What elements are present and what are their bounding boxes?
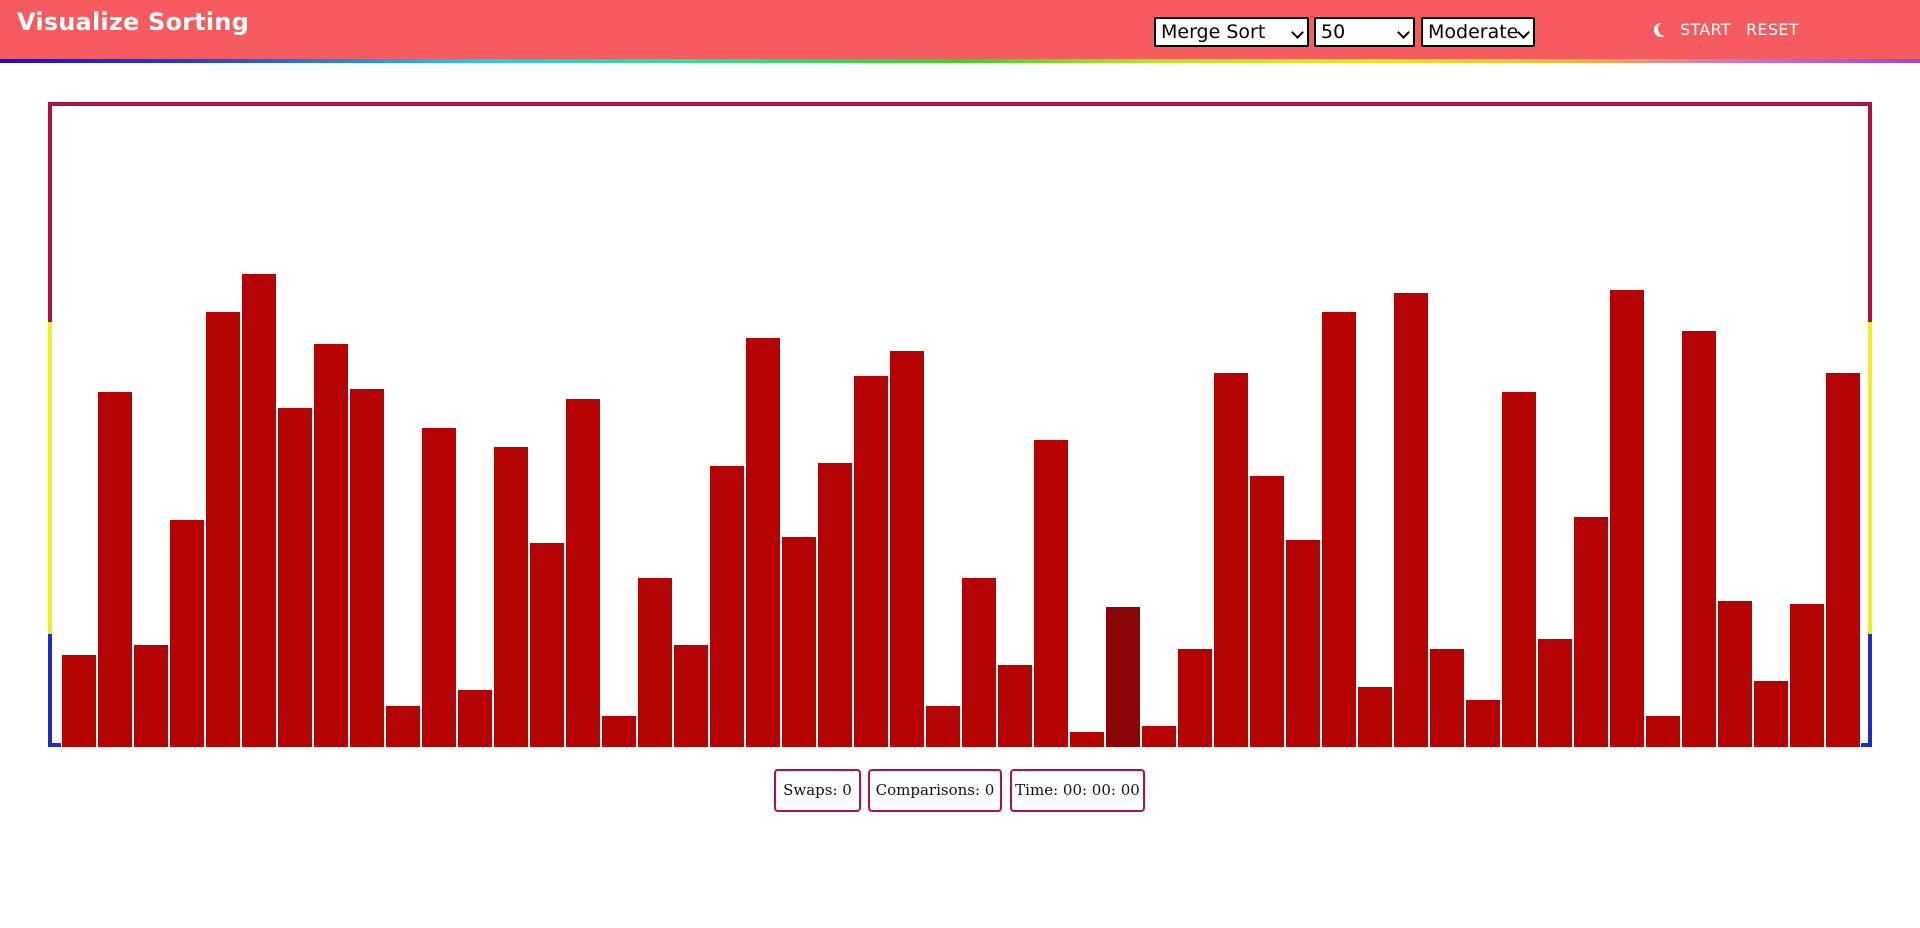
- frame-border-right-middle: [1868, 322, 1872, 634]
- array-bar: [853, 375, 889, 747]
- array-bar: [889, 349, 925, 747]
- algorithm-select-value: Merge Sort: [1161, 21, 1266, 43]
- array-bar: [205, 311, 241, 747]
- array-bar: [817, 461, 853, 747]
- array-bar: [1789, 602, 1825, 747]
- array-bar: [97, 391, 133, 747]
- frame-border-left-middle: [48, 322, 52, 634]
- array-bar: [745, 336, 781, 747]
- array-size-select[interactable]: 50: [1314, 17, 1415, 47]
- swaps-counter: Swaps: 0: [774, 769, 861, 812]
- array-bar: [1357, 686, 1393, 747]
- array-bar: [673, 644, 709, 747]
- navbar: Visualize Sorting Merge Sort 50 Moderate…: [0, 0, 1920, 60]
- algorithm-select[interactable]: Merge Sort: [1154, 17, 1309, 47]
- array-bar: [601, 714, 637, 747]
- array-bar: [1285, 538, 1321, 747]
- array-bar: [1105, 606, 1141, 747]
- array-bar: [1501, 391, 1537, 747]
- array-size-select-value: 50: [1321, 21, 1346, 43]
- array-bar: [1537, 638, 1573, 747]
- frame-border-right-bottom: [1868, 634, 1872, 747]
- array-bar: [997, 663, 1033, 747]
- time-counter: Time: 00: 00: 00: [1010, 769, 1145, 812]
- array-bar: [1033, 439, 1069, 747]
- array-bar: [781, 535, 817, 747]
- array-bar: [565, 397, 601, 747]
- array-bar: [385, 705, 421, 747]
- chevron-down-icon: [1517, 26, 1530, 39]
- array-bar: [349, 388, 385, 747]
- array-bar: [133, 644, 169, 747]
- array-bar: [277, 407, 313, 747]
- rainbow-divider: [0, 59, 1920, 63]
- array-bar: [1681, 330, 1717, 747]
- array-bar: [1609, 288, 1645, 747]
- bar-container: [61, 106, 1861, 747]
- app-title: Visualize Sorting: [17, 8, 249, 36]
- array-bar: [709, 465, 745, 747]
- array-bar: [925, 705, 961, 747]
- array-bar: [637, 577, 673, 747]
- array-bar: [169, 519, 205, 747]
- array-bar: [1177, 647, 1213, 747]
- array-bar: [1645, 714, 1681, 747]
- array-bar: [1825, 372, 1861, 747]
- moon-icon[interactable]: [1654, 23, 1668, 37]
- frame-border-right-top: [1868, 102, 1872, 322]
- start-button[interactable]: START: [1680, 20, 1731, 39]
- array-bar: [1141, 724, 1177, 747]
- array-bar: [961, 577, 997, 747]
- comparisons-counter: Comparisons: 0: [868, 769, 1002, 812]
- array-bar: [1321, 311, 1357, 747]
- array-bar: [241, 272, 277, 747]
- reset-button[interactable]: RESET: [1746, 20, 1799, 39]
- array-bar: [493, 445, 529, 747]
- chevron-down-icon: [1291, 26, 1304, 39]
- frame-border-left-top: [48, 102, 52, 322]
- array-bar: [1213, 372, 1249, 747]
- array-bar: [313, 343, 349, 747]
- array-bar: [1753, 679, 1789, 747]
- array-bar: [1393, 291, 1429, 747]
- array-bar: [421, 426, 457, 747]
- array-bar: [1069, 731, 1105, 747]
- frame-border-left-bottom: [48, 634, 52, 747]
- array-bar: [1573, 516, 1609, 747]
- array-bar: [1249, 474, 1285, 747]
- array-bar: [61, 654, 97, 747]
- array-bar: [1717, 599, 1753, 747]
- speed-select[interactable]: Moderate: [1421, 17, 1535, 47]
- chevron-down-icon: [1397, 26, 1410, 39]
- array-bar: [457, 689, 493, 747]
- array-bar: [529, 541, 565, 747]
- speed-select-value: Moderate: [1428, 21, 1519, 43]
- array-bar: [1429, 647, 1465, 747]
- array-bar: [1465, 698, 1501, 747]
